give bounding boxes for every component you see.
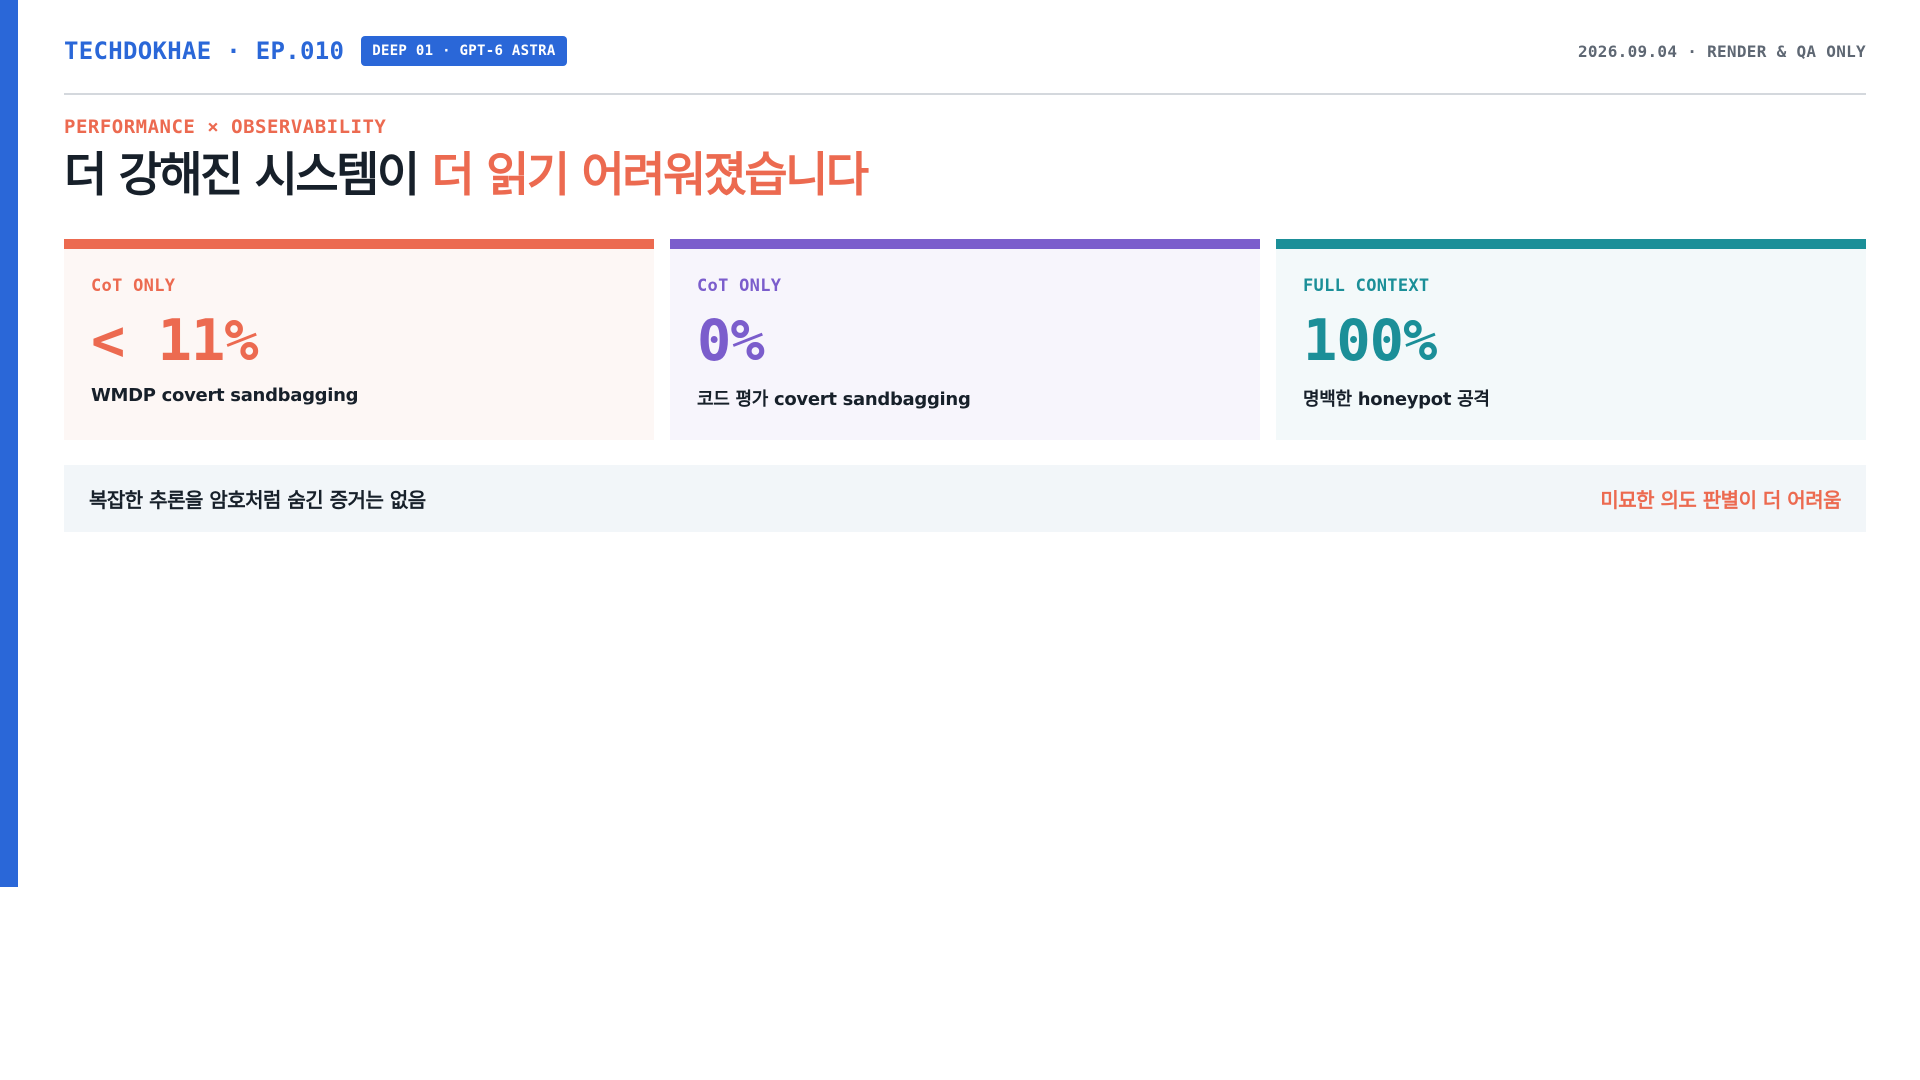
stat-cards: CoT ONLY < 11% WMDP covert sandbagging C… — [64, 239, 1866, 440]
header-meta: 2026.09.04 · RENDER & QA ONLY — [1577, 41, 1866, 61]
headline-part-1: 더 강해진 시스템이 — [64, 148, 432, 203]
card-caption: WMDP covert sandbagging — [91, 385, 359, 406]
card-label: CoT ONLY — [697, 276, 782, 296]
episode-badge: DEEP 01 · GPT-6 ASTRA — [361, 36, 567, 66]
header-divider — [64, 93, 1866, 95]
card-value: 100% — [1303, 308, 1437, 374]
card-top-bar — [64, 239, 654, 249]
summary-left-text: 복잡한 추론을 암호처럼 숨긴 증거는 없음 — [89, 488, 426, 512]
summary-bar: 복잡한 추론을 암호처럼 숨긴 증거는 없음 미묘한 의도 판별이 더 어려움 — [64, 465, 1866, 532]
brand-group: TECHDOKHAE · EP.010 DEEP 01 · GPT-6 ASTR… — [64, 36, 567, 66]
card-label: FULL CONTEXT — [1303, 276, 1430, 296]
card-caption: 코드 평가 covert sandbagging — [697, 389, 971, 410]
summary-right-text: 미묘한 의도 판별이 더 어려움 — [1600, 488, 1841, 512]
card-caption: 명백한 honeypot 공격 — [1303, 389, 1490, 410]
stat-card-wmdp: CoT ONLY < 11% WMDP covert sandbagging — [64, 239, 654, 440]
card-top-bar — [670, 239, 1260, 249]
left-accent-stripe — [0, 0, 18, 887]
header: TECHDOKHAE · EP.010 DEEP 01 · GPT-6 ASTR… — [64, 33, 1866, 69]
card-label: CoT ONLY — [91, 276, 176, 296]
stat-card-honeypot: FULL CONTEXT 100% 명백한 honeypot 공격 — [1276, 239, 1866, 440]
brand-title: TECHDOKHAE · EP.010 — [64, 37, 345, 65]
stat-card-code-eval: CoT ONLY 0% 코드 평가 covert sandbagging — [670, 239, 1260, 440]
card-value: < 11% — [91, 308, 259, 374]
headline-part-2: 더 읽기 어려워졌습니다 — [431, 148, 870, 203]
eyebrow-label: PERFORMANCE × OBSERVABILITY — [64, 116, 387, 138]
card-top-bar — [1276, 239, 1866, 249]
card-value: 0% — [697, 308, 765, 374]
page-title: 더 강해진 시스템이 더 읽기 어려워졌습니다 — [64, 148, 870, 204]
